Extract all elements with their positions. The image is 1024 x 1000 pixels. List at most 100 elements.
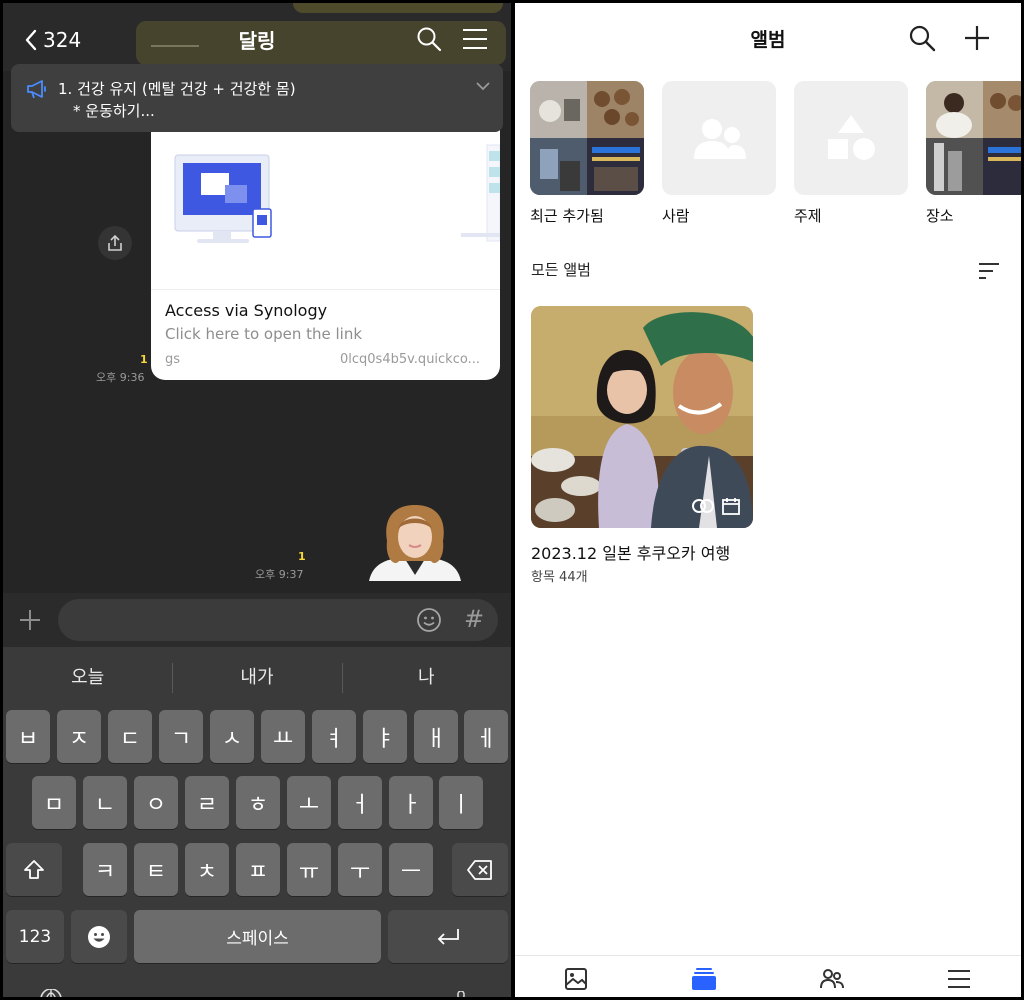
key[interactable]: ㅇ — [134, 776, 178, 829]
photos-tab-icon[interactable] — [563, 966, 589, 992]
key[interactable]: ㄱ — [159, 710, 203, 763]
album-item-count: 항목 44개 — [531, 570, 588, 585]
key[interactable]: ㅂ — [6, 710, 50, 763]
key[interactable]: ㄹ — [185, 776, 229, 829]
key[interactable]: ㅑ — [363, 710, 407, 763]
category-recent[interactable]: 최근 추가됨 — [530, 81, 644, 226]
notice-line2: * 운동하기... — [73, 102, 155, 120]
return-key[interactable] — [388, 910, 508, 963]
share-button[interactable] — [98, 226, 132, 260]
people-icon — [694, 119, 746, 159]
suggestion-item[interactable]: 나 — [341, 647, 511, 705]
photo-collage — [926, 81, 1021, 195]
bottom-tab-bar — [515, 955, 1021, 997]
key[interactable]: ㅍ — [236, 843, 280, 896]
shapes-icon — [828, 115, 875, 160]
plus-icon[interactable] — [17, 607, 43, 633]
suggestion-bar: 오늘 내가 나 — [3, 647, 511, 705]
category-people[interactable]: 사람 — [662, 81, 776, 226]
key[interactable]: ㅕ — [312, 710, 356, 763]
emoji-icon — [88, 925, 110, 948]
link-preview-image — [151, 121, 500, 289]
link-url: 0lcq0s4b5v.quickco... — [340, 352, 480, 367]
microphone-icon[interactable] — [455, 991, 467, 997]
menu-icon[interactable] — [461, 25, 489, 53]
chevron-down-icon[interactable] — [475, 80, 491, 92]
category-label: 사람 — [662, 207, 690, 225]
computer-illustration — [174, 144, 500, 243]
chevron-left-icon — [25, 29, 37, 51]
key[interactable]: ㅠ — [287, 843, 331, 896]
backspace-key[interactable] — [452, 843, 508, 896]
key[interactable]: ㅛ — [261, 710, 305, 763]
globe-icon[interactable] — [39, 989, 63, 997]
back-button[interactable]: 324 — [23, 25, 81, 55]
people-tab-icon[interactable] — [819, 966, 845, 992]
shared-link-icon — [692, 499, 714, 513]
key[interactable]: ㅁ — [32, 776, 76, 829]
album-name: 2023.12 일본 후쿠오카 여행 — [531, 544, 731, 563]
megaphone-icon — [27, 80, 46, 99]
page-title: 앨범 — [750, 29, 786, 51]
chat-screen: 324 달링 1. 건강 유지 (멘탈 건강 + 건강한 몸) * 운동하기..… — [3, 3, 511, 997]
emoji-key[interactable] — [71, 910, 127, 963]
family-photo — [531, 306, 753, 528]
shift-key[interactable] — [6, 843, 62, 896]
photos-app: 앨범 최근 추가됨 사람 주제 장소 모든 앨범 2023.12 일본 후쿠오카… — [515, 3, 1021, 997]
category-label: 장소 — [926, 207, 954, 225]
suggestion-item[interactable]: 오늘 — [3, 647, 172, 705]
album-card[interactable]: 2023.12 일본 후쿠오카 여행 항목 44개 — [531, 306, 753, 585]
category-places[interactable]: 장소 — [926, 81, 1021, 226]
emoji-icon[interactable] — [416, 607, 442, 633]
key[interactable]: ㅓ — [338, 776, 382, 829]
key[interactable]: ㄷ — [108, 710, 152, 763]
return-icon — [437, 928, 459, 945]
key[interactable]: ㅗ — [287, 776, 331, 829]
numbers-key[interactable]: 123 — [6, 910, 64, 963]
chat-title: 달링 — [238, 29, 276, 53]
profile-photo-sticker[interactable] — [365, 501, 465, 581]
search-icon[interactable] — [415, 25, 443, 53]
shift-icon — [24, 859, 44, 879]
menu-tab-icon[interactable] — [946, 966, 972, 992]
backspace-icon — [467, 859, 492, 880]
share-icon — [108, 234, 122, 251]
link-title: Access via Synology — [165, 301, 328, 320]
key[interactable]: ㅊ — [185, 843, 229, 896]
key[interactable]: ㅡ — [389, 843, 433, 896]
key[interactable]: ㅌ — [134, 843, 178, 896]
key[interactable]: ㄴ — [83, 776, 127, 829]
notice-banner[interactable]: 1. 건강 유지 (멘탈 건강 + 건강한 몸) * 운동하기... — [11, 64, 503, 132]
unread-count: 1 — [140, 353, 148, 366]
key[interactable]: ㅋ — [83, 843, 127, 896]
calendar-icon — [722, 498, 740, 515]
add-icon[interactable] — [962, 23, 992, 53]
search-icon[interactable] — [907, 23, 937, 53]
message-input-bar: # — [3, 593, 511, 647]
category-label: 주제 — [794, 207, 822, 225]
space-key[interactable]: 스페이스 — [134, 910, 381, 963]
suggestion-item[interactable]: 내가 — [172, 647, 341, 705]
recent-thumbnail — [530, 81, 644, 195]
key[interactable]: ㅣ — [439, 776, 483, 829]
message-time: 오후 9:36 — [96, 371, 145, 384]
key[interactable]: ㅈ — [57, 710, 101, 763]
key[interactable]: ㅎ — [236, 776, 280, 829]
category-subjects[interactable]: 주제 — [794, 81, 908, 226]
sort-icon[interactable] — [978, 262, 1000, 280]
key[interactable]: ㅅ — [210, 710, 254, 763]
hashtag-button[interactable]: # — [464, 605, 484, 633]
message-time: 오후 9:37 — [255, 568, 304, 581]
key[interactable]: ㅏ — [389, 776, 433, 829]
key[interactable]: ㅜ — [338, 843, 382, 896]
key[interactable]: ㅐ — [414, 710, 458, 763]
link-preview-card[interactable]: Access via Synology Click here to open t… — [151, 121, 500, 380]
korean-keyboard: 오늘 내가 나 ㅂ ㅈ ㄷ ㄱ ㅅ ㅛ ㅕ ㅑ ㅐ ㅔ ㅁ ㄴ ㅇ ㄹ ㅎ ㅗ … — [3, 647, 511, 997]
link-domain-prefix: gs — [165, 352, 181, 367]
albums-tab-icon[interactable] — [691, 966, 717, 992]
unread-count: 1 — [298, 550, 306, 563]
key[interactable]: ㅔ — [464, 710, 508, 763]
scrolled-message-link — [151, 35, 199, 47]
card-divider — [151, 289, 500, 290]
section-title: 모든 앨범 — [531, 261, 591, 279]
